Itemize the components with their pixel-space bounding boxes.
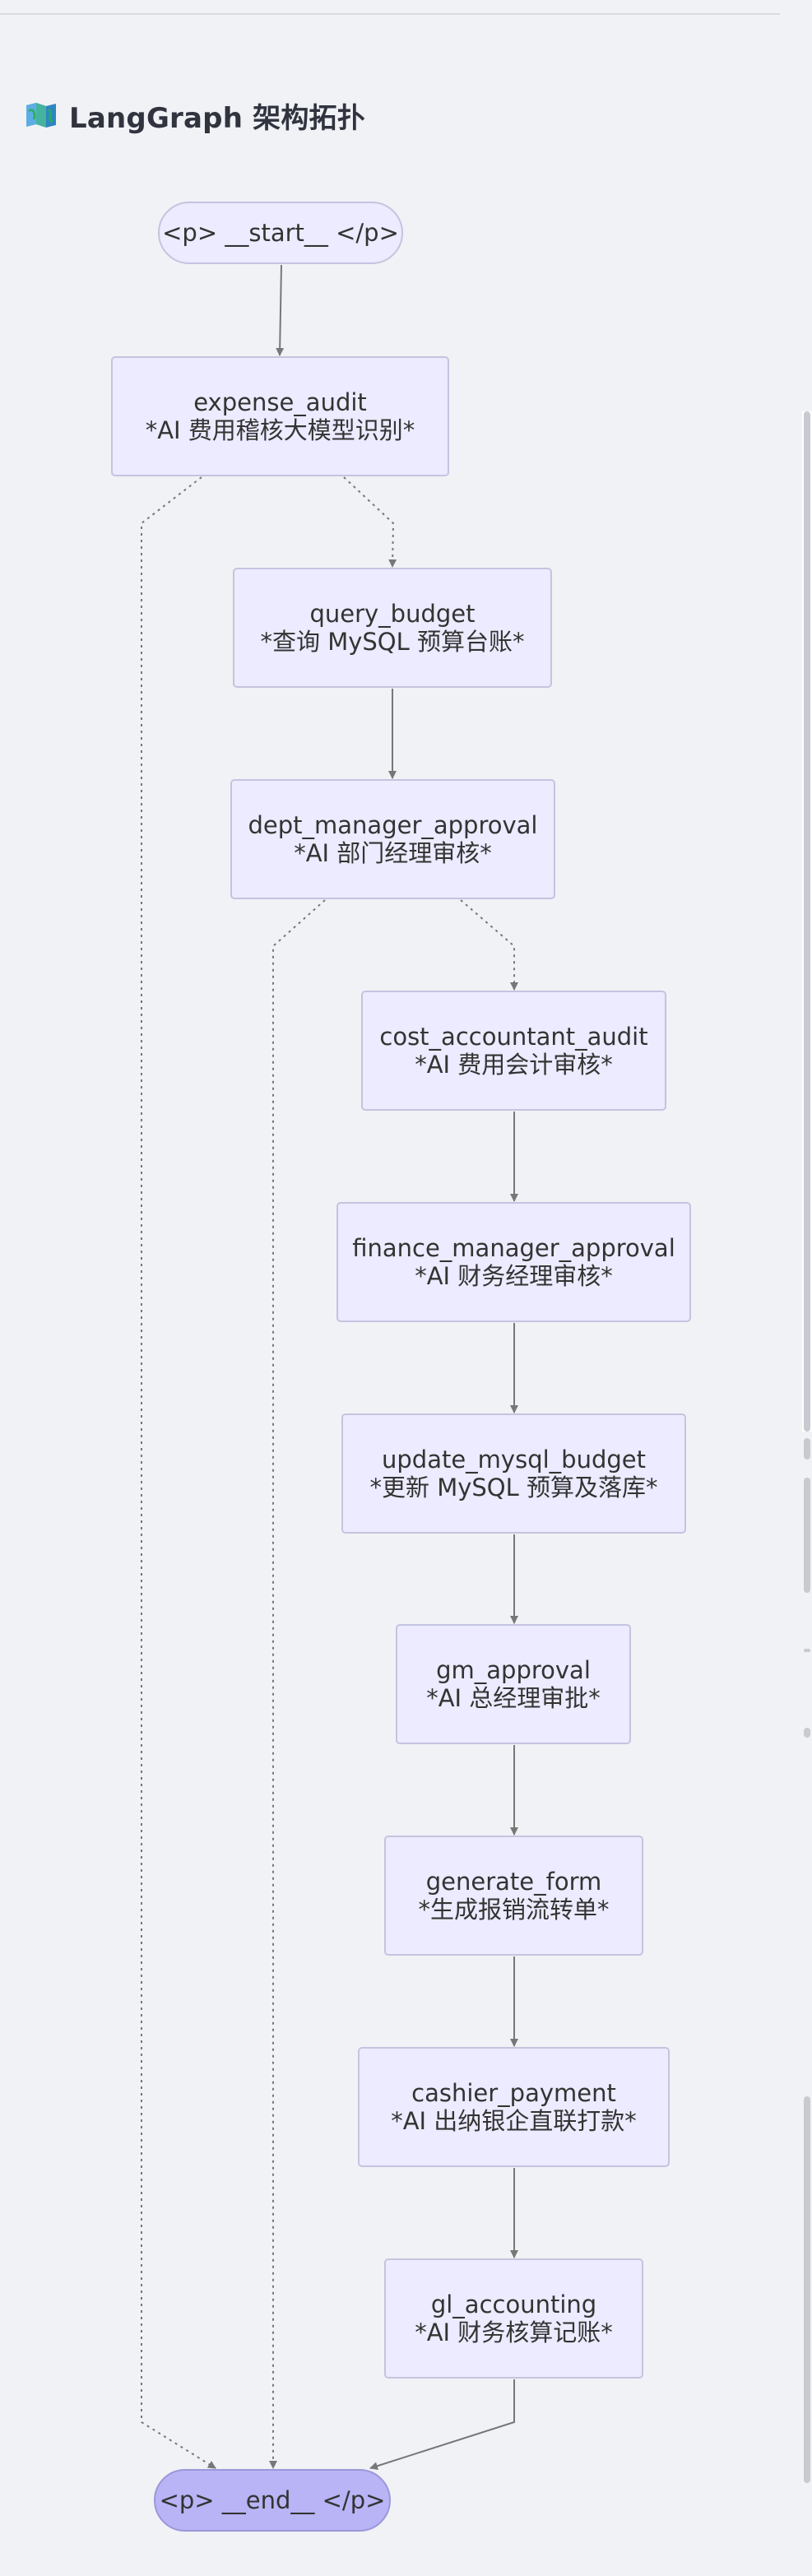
- scrollbar-thumb-1[interactable]: [804, 411, 810, 1432]
- node-end-label: <p> __end__ </p>: [160, 2486, 386, 2514]
- node-cashier-payment[interactable]: cashier_payment*AI 出纳银企直联打款*: [358, 2047, 670, 2167]
- scrollbar-thumb-6[interactable]: [804, 2096, 810, 2483]
- node-dept-manager-approval-label: dept_manager_approval: [248, 811, 538, 839]
- scrollbar-thumb-3[interactable]: [804, 1478, 810, 1593]
- edge-dept-manager-approval-to-end: [269, 899, 326, 2469]
- edge-expense-audit-to-query-budget: [343, 476, 397, 568]
- node-gl-accounting-label: gl_accounting: [431, 2291, 596, 2318]
- node-expense-audit[interactable]: expense_audit*AI 费用稽核大模型识别*: [111, 356, 449, 476]
- node-cost-accountant-audit-description: *AI 费用会计审核*: [415, 1051, 613, 1079]
- node-gm-approval-label: gm_approval: [436, 1656, 591, 1684]
- node-update-mysql-budget-description: *更新 MySQL 预算及落库*: [369, 1474, 657, 1502]
- edge-dept-manager-approval-to-cost-accountant-audit: [460, 899, 518, 991]
- node-gm-approval[interactable]: gm_approval*AI 总经理审批*: [396, 1624, 631, 1744]
- node-finance-manager-approval-description: *AI 财务经理审核*: [415, 1262, 613, 1290]
- scrollbar-thumb-5[interactable]: [804, 1728, 810, 1738]
- scrollbar-thumb-4[interactable]: [804, 1649, 810, 1652]
- langgraph-diagram: <p> __start__ </p> expense_audit*AI 费用稽核大…: [111, 202, 691, 2532]
- node-generate-form-description: *生成报销流转单*: [418, 1896, 609, 1924]
- edge-expense-audit-to-end: [141, 476, 216, 2469]
- node-query-budget-label: query_budget: [309, 600, 475, 628]
- node-cashier-payment-description: *AI 出纳银企直联打款*: [391, 2107, 637, 2135]
- node-gm-approval-description: *AI 总经理审批*: [426, 1684, 601, 1712]
- node-cost-accountant-audit[interactable]: cost_accountant_audit*AI 费用会计审核*: [361, 991, 666, 1111]
- node-gl-accounting-description: *AI 财务核算记账*: [415, 2318, 613, 2346]
- node-expense-audit-label: expense_audit: [193, 388, 367, 416]
- node-finance-manager-approval-label: finance_manager_approval: [352, 1234, 675, 1262]
- node-start[interactable]: <p> __start__ </p>: [158, 202, 403, 264]
- node-expense-audit-description: *AI 费用稽核大模型识别*: [146, 416, 415, 444]
- node-query-budget[interactable]: query_budget*查询 MySQL 预算台账*: [233, 568, 552, 688]
- node-cost-accountant-audit-label: cost_accountant_audit: [379, 1023, 647, 1051]
- node-generate-form[interactable]: generate_form*生成报销流转单*: [384, 1836, 643, 1956]
- nodes-layer: <p> __start__ </p> expense_audit*AI 费用稽核大…: [111, 202, 691, 2532]
- node-finance-manager-approval[interactable]: finance_manager_approval*AI 财务经理审核*: [336, 1202, 691, 1322]
- node-query-budget-description: *查询 MySQL 预算台账*: [260, 628, 524, 656]
- node-dept-manager-approval[interactable]: dept_manager_approval*AI 部门经理审核*: [230, 779, 555, 899]
- node-generate-form-label: generate_form: [426, 1868, 602, 1896]
- node-end[interactable]: <p> __end__ </p>: [154, 2469, 391, 2532]
- node-update-mysql-budget-label: update_mysql_budget: [382, 1446, 646, 1474]
- edge-start-to-expense-audit: [276, 264, 285, 356]
- node-gl-accounting[interactable]: gl_accounting*AI 财务核算记账*: [384, 2258, 643, 2379]
- node-start-label: <p> __start__ </p>: [162, 219, 399, 247]
- node-dept-manager-approval-description: *AI 部门经理审核*: [294, 839, 492, 867]
- node-cashier-payment-label: cashier_payment: [411, 2079, 616, 2107]
- scrollbar-thumb-2[interactable]: [804, 1438, 810, 1460]
- node-update-mysql-budget[interactable]: update_mysql_budget*更新 MySQL 预算及落库*: [341, 1413, 686, 1534]
- edge-gl-accounting-to-end: [369, 2379, 515, 2471]
